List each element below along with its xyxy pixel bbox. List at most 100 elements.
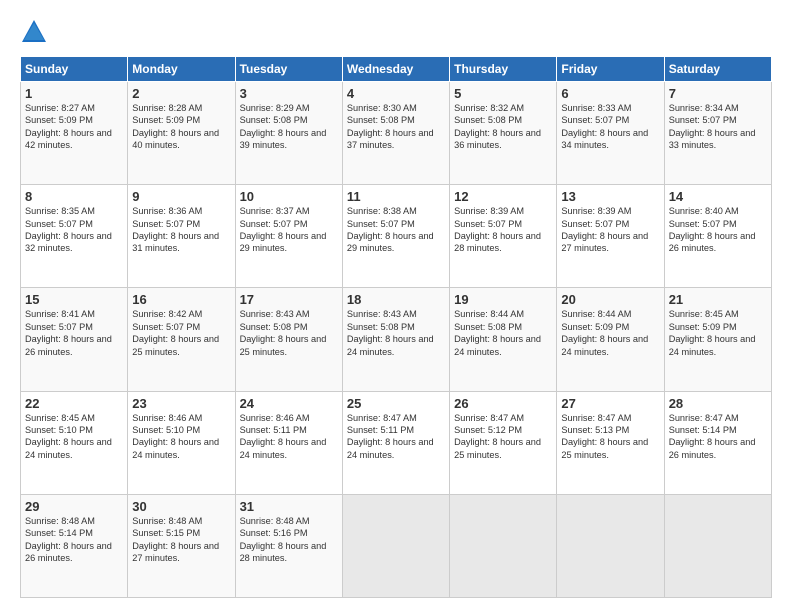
day-number: 4	[347, 86, 445, 101]
calendar-cell: 27 Sunrise: 8:47 AMSunset: 5:13 PMDaylig…	[557, 391, 664, 494]
day-detail: Sunrise: 8:44 AMSunset: 5:09 PMDaylight:…	[561, 308, 659, 358]
day-number: 31	[240, 499, 338, 514]
calendar-cell: 19 Sunrise: 8:44 AMSunset: 5:08 PMDaylig…	[450, 288, 557, 391]
day-detail: Sunrise: 8:45 AMSunset: 5:09 PMDaylight:…	[669, 308, 767, 358]
calendar-cell: 26 Sunrise: 8:47 AMSunset: 5:12 PMDaylig…	[450, 391, 557, 494]
day-detail: Sunrise: 8:33 AMSunset: 5:07 PMDaylight:…	[561, 102, 659, 152]
day-detail: Sunrise: 8:39 AMSunset: 5:07 PMDaylight:…	[454, 205, 552, 255]
calendar-week-1: 1 Sunrise: 8:27 AMSunset: 5:09 PMDayligh…	[21, 82, 772, 185]
day-number: 9	[132, 189, 230, 204]
calendar-cell	[664, 494, 771, 597]
day-number: 19	[454, 292, 552, 307]
day-detail: Sunrise: 8:37 AMSunset: 5:07 PMDaylight:…	[240, 205, 338, 255]
col-header-thursday: Thursday	[450, 57, 557, 82]
calendar-cell: 4 Sunrise: 8:30 AMSunset: 5:08 PMDayligh…	[342, 82, 449, 185]
day-number: 17	[240, 292, 338, 307]
day-number: 28	[669, 396, 767, 411]
day-detail: Sunrise: 8:28 AMSunset: 5:09 PMDaylight:…	[132, 102, 230, 152]
day-detail: Sunrise: 8:45 AMSunset: 5:10 PMDaylight:…	[25, 412, 123, 462]
calendar-cell: 6 Sunrise: 8:33 AMSunset: 5:07 PMDayligh…	[557, 82, 664, 185]
day-number: 15	[25, 292, 123, 307]
day-detail: Sunrise: 8:34 AMSunset: 5:07 PMDaylight:…	[669, 102, 767, 152]
calendar-cell: 29 Sunrise: 8:48 AMSunset: 5:14 PMDaylig…	[21, 494, 128, 597]
calendar-cell: 7 Sunrise: 8:34 AMSunset: 5:07 PMDayligh…	[664, 82, 771, 185]
calendar-cell: 3 Sunrise: 8:29 AMSunset: 5:08 PMDayligh…	[235, 82, 342, 185]
calendar-cell: 22 Sunrise: 8:45 AMSunset: 5:10 PMDaylig…	[21, 391, 128, 494]
calendar-cell: 21 Sunrise: 8:45 AMSunset: 5:09 PMDaylig…	[664, 288, 771, 391]
calendar-cell: 28 Sunrise: 8:47 AMSunset: 5:14 PMDaylig…	[664, 391, 771, 494]
logo	[20, 18, 52, 46]
day-number: 8	[25, 189, 123, 204]
col-header-monday: Monday	[128, 57, 235, 82]
day-detail: Sunrise: 8:41 AMSunset: 5:07 PMDaylight:…	[25, 308, 123, 358]
calendar-cell: 1 Sunrise: 8:27 AMSunset: 5:09 PMDayligh…	[21, 82, 128, 185]
day-number: 27	[561, 396, 659, 411]
day-detail: Sunrise: 8:47 AMSunset: 5:11 PMDaylight:…	[347, 412, 445, 462]
col-header-friday: Friday	[557, 57, 664, 82]
day-detail: Sunrise: 8:38 AMSunset: 5:07 PMDaylight:…	[347, 205, 445, 255]
day-number: 18	[347, 292, 445, 307]
calendar-cell: 14 Sunrise: 8:40 AMSunset: 5:07 PMDaylig…	[664, 185, 771, 288]
logo-icon	[20, 18, 48, 46]
day-detail: Sunrise: 8:27 AMSunset: 5:09 PMDaylight:…	[25, 102, 123, 152]
day-number: 12	[454, 189, 552, 204]
calendar-cell: 25 Sunrise: 8:47 AMSunset: 5:11 PMDaylig…	[342, 391, 449, 494]
day-number: 20	[561, 292, 659, 307]
day-number: 1	[25, 86, 123, 101]
day-detail: Sunrise: 8:32 AMSunset: 5:08 PMDaylight:…	[454, 102, 552, 152]
day-number: 16	[132, 292, 230, 307]
day-number: 26	[454, 396, 552, 411]
calendar-cell: 8 Sunrise: 8:35 AMSunset: 5:07 PMDayligh…	[21, 185, 128, 288]
calendar-cell: 13 Sunrise: 8:39 AMSunset: 5:07 PMDaylig…	[557, 185, 664, 288]
col-header-sunday: Sunday	[21, 57, 128, 82]
day-number: 25	[347, 396, 445, 411]
day-detail: Sunrise: 8:48 AMSunset: 5:15 PMDaylight:…	[132, 515, 230, 565]
day-detail: Sunrise: 8:40 AMSunset: 5:07 PMDaylight:…	[669, 205, 767, 255]
calendar-week-5: 29 Sunrise: 8:48 AMSunset: 5:14 PMDaylig…	[21, 494, 772, 597]
day-number: 11	[347, 189, 445, 204]
calendar-cell: 17 Sunrise: 8:43 AMSunset: 5:08 PMDaylig…	[235, 288, 342, 391]
day-detail: Sunrise: 8:39 AMSunset: 5:07 PMDaylight:…	[561, 205, 659, 255]
day-detail: Sunrise: 8:46 AMSunset: 5:10 PMDaylight:…	[132, 412, 230, 462]
day-number: 24	[240, 396, 338, 411]
day-number: 6	[561, 86, 659, 101]
day-number: 21	[669, 292, 767, 307]
page: SundayMondayTuesdayWednesdayThursdayFrid…	[0, 0, 792, 612]
day-number: 2	[132, 86, 230, 101]
calendar-week-4: 22 Sunrise: 8:45 AMSunset: 5:10 PMDaylig…	[21, 391, 772, 494]
calendar-cell: 10 Sunrise: 8:37 AMSunset: 5:07 PMDaylig…	[235, 185, 342, 288]
day-number: 29	[25, 499, 123, 514]
day-number: 23	[132, 396, 230, 411]
day-number: 22	[25, 396, 123, 411]
calendar-week-3: 15 Sunrise: 8:41 AMSunset: 5:07 PMDaylig…	[21, 288, 772, 391]
calendar-cell: 30 Sunrise: 8:48 AMSunset: 5:15 PMDaylig…	[128, 494, 235, 597]
day-detail: Sunrise: 8:35 AMSunset: 5:07 PMDaylight:…	[25, 205, 123, 255]
calendar-cell: 23 Sunrise: 8:46 AMSunset: 5:10 PMDaylig…	[128, 391, 235, 494]
day-number: 13	[561, 189, 659, 204]
day-detail: Sunrise: 8:47 AMSunset: 5:12 PMDaylight:…	[454, 412, 552, 462]
calendar-cell	[557, 494, 664, 597]
day-number: 3	[240, 86, 338, 101]
calendar-cell: 5 Sunrise: 8:32 AMSunset: 5:08 PMDayligh…	[450, 82, 557, 185]
day-detail: Sunrise: 8:43 AMSunset: 5:08 PMDaylight:…	[347, 308, 445, 358]
calendar-cell	[342, 494, 449, 597]
col-header-saturday: Saturday	[664, 57, 771, 82]
calendar-week-2: 8 Sunrise: 8:35 AMSunset: 5:07 PMDayligh…	[21, 185, 772, 288]
day-detail: Sunrise: 8:46 AMSunset: 5:11 PMDaylight:…	[240, 412, 338, 462]
day-detail: Sunrise: 8:48 AMSunset: 5:14 PMDaylight:…	[25, 515, 123, 565]
calendar-cell: 31 Sunrise: 8:48 AMSunset: 5:16 PMDaylig…	[235, 494, 342, 597]
calendar-cell: 9 Sunrise: 8:36 AMSunset: 5:07 PMDayligh…	[128, 185, 235, 288]
day-number: 30	[132, 499, 230, 514]
day-detail: Sunrise: 8:44 AMSunset: 5:08 PMDaylight:…	[454, 308, 552, 358]
calendar-cell	[450, 494, 557, 597]
day-detail: Sunrise: 8:29 AMSunset: 5:08 PMDaylight:…	[240, 102, 338, 152]
calendar-cell: 2 Sunrise: 8:28 AMSunset: 5:09 PMDayligh…	[128, 82, 235, 185]
calendar-cell: 20 Sunrise: 8:44 AMSunset: 5:09 PMDaylig…	[557, 288, 664, 391]
day-detail: Sunrise: 8:48 AMSunset: 5:16 PMDaylight:…	[240, 515, 338, 565]
day-number: 14	[669, 189, 767, 204]
day-detail: Sunrise: 8:30 AMSunset: 5:08 PMDaylight:…	[347, 102, 445, 152]
calendar-cell: 18 Sunrise: 8:43 AMSunset: 5:08 PMDaylig…	[342, 288, 449, 391]
col-header-wednesday: Wednesday	[342, 57, 449, 82]
calendar-cell: 12 Sunrise: 8:39 AMSunset: 5:07 PMDaylig…	[450, 185, 557, 288]
col-header-tuesday: Tuesday	[235, 57, 342, 82]
